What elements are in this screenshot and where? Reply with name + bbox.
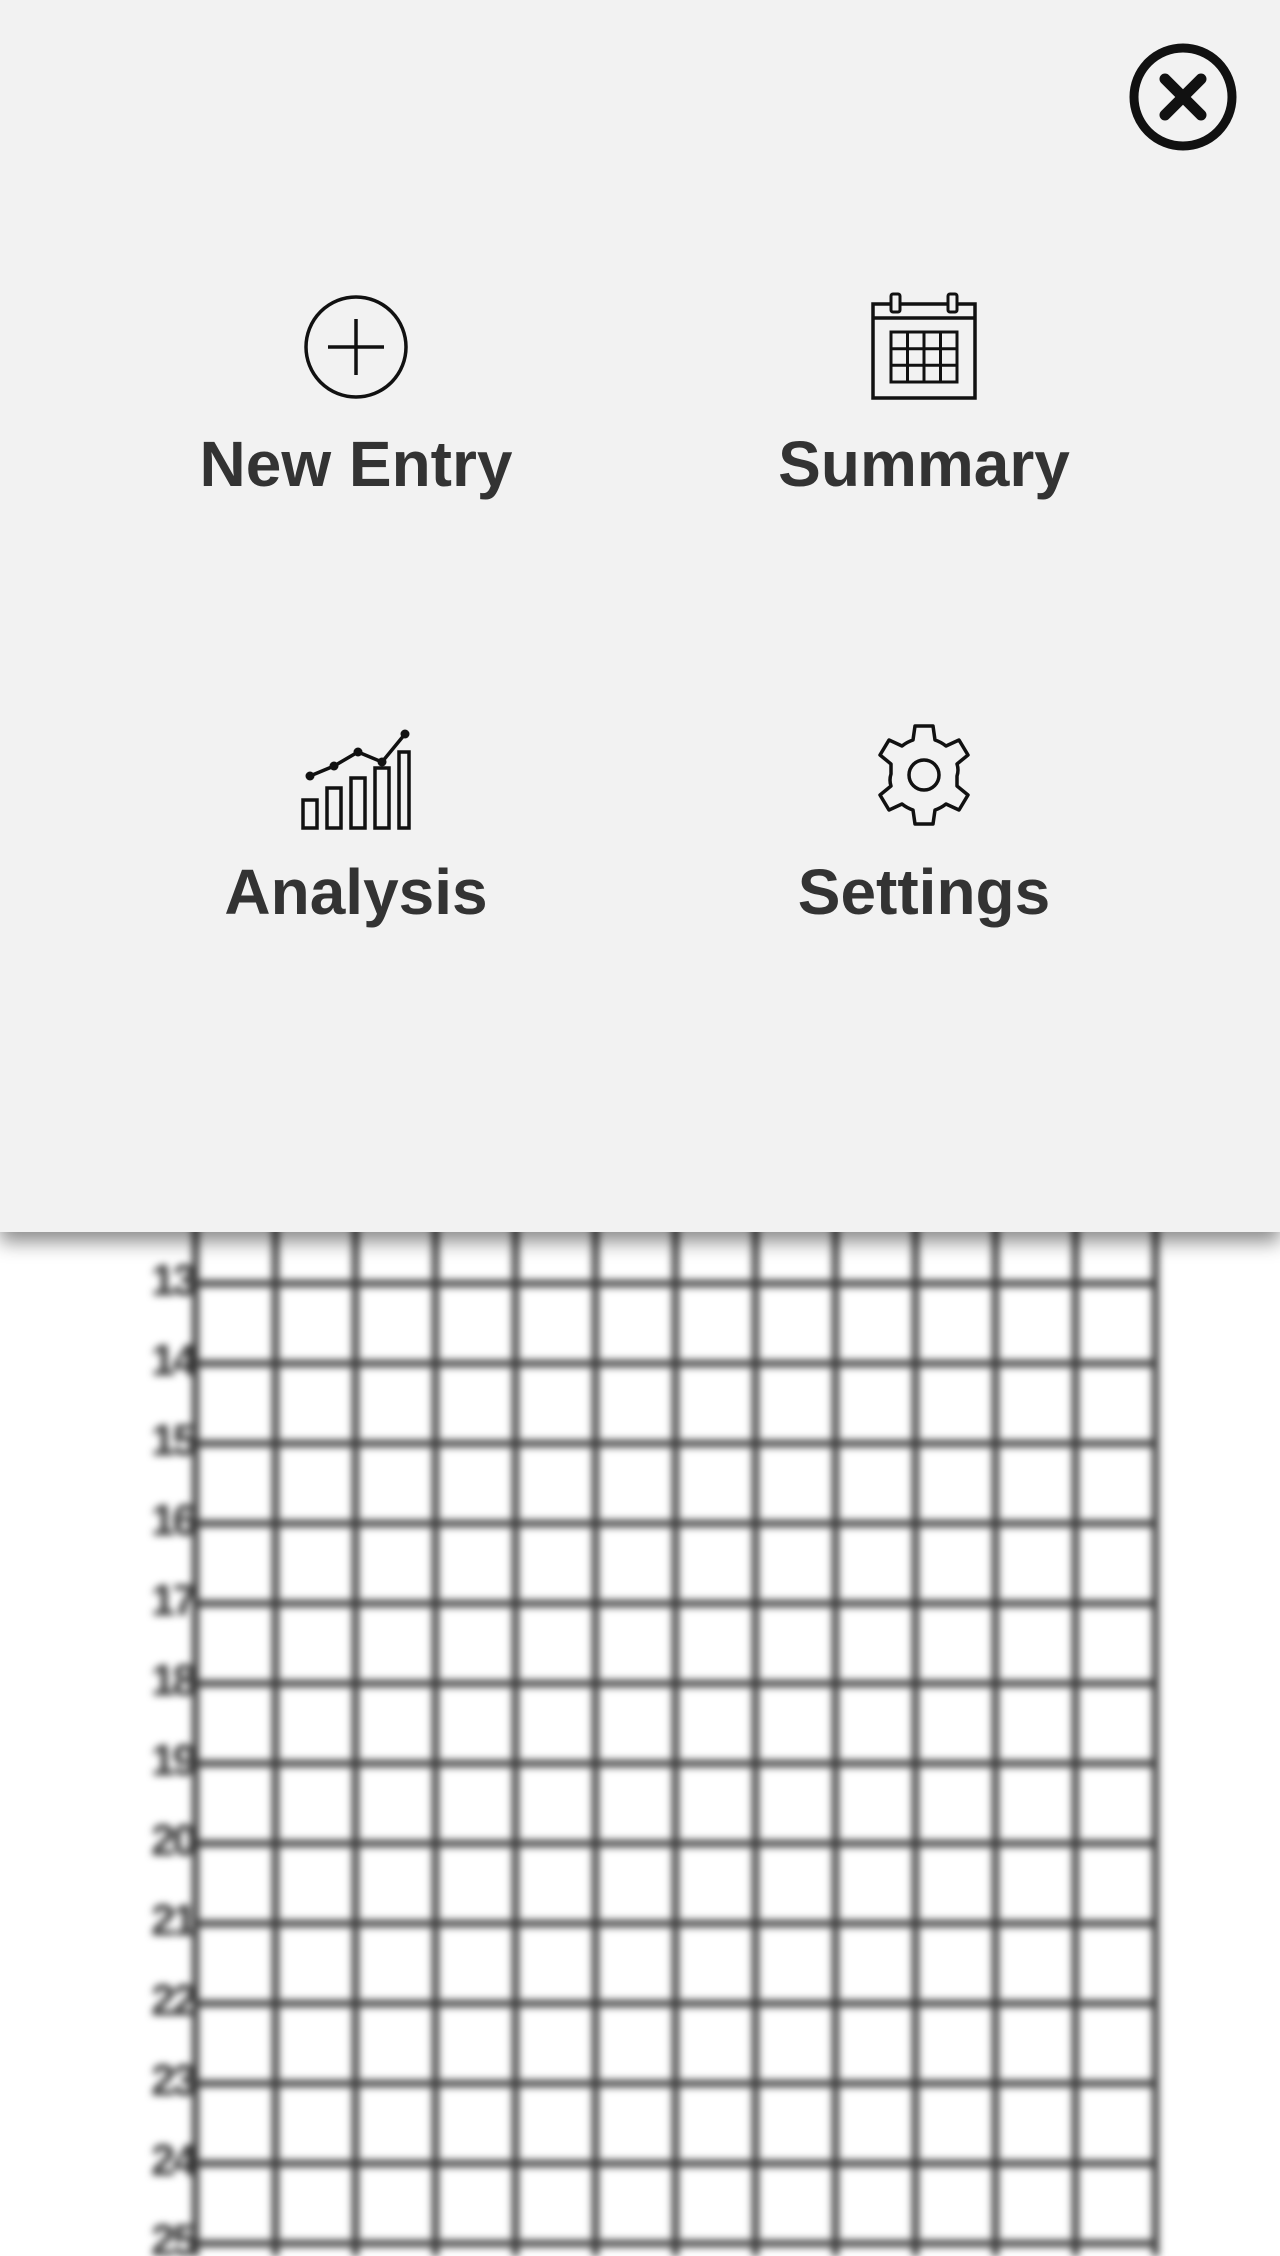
row-number: 17 bbox=[151, 1576, 197, 1625]
row-number: 13 bbox=[151, 1256, 197, 1305]
row-number: 22 bbox=[151, 1976, 197, 2025]
menu-item-settings[interactable]: Settings bbox=[644, 720, 1204, 1040]
row-number: 25 bbox=[151, 2216, 197, 2256]
grid-border bbox=[1152, 1200, 1159, 2256]
row-number: 24 bbox=[151, 2136, 197, 2185]
row-number-column: 13 14 15 16 17 18 19 20 21 22 23 24 25 bbox=[120, 1241, 200, 2256]
row-number: 21 bbox=[151, 1896, 197, 1945]
menu-item-label: Summary bbox=[778, 428, 1070, 500]
close-circle-icon bbox=[1129, 43, 1237, 151]
menu-item-label: Settings bbox=[797, 856, 1051, 928]
menu-item-analysis[interactable]: Analysis bbox=[76, 720, 636, 1040]
entry-grid bbox=[192, 1200, 1152, 2256]
row-number: 16 bbox=[151, 1496, 197, 1545]
row-number: 18 bbox=[151, 1656, 197, 1705]
chart-icon bbox=[301, 720, 411, 830]
menu-overlay: New Entry Summary Analysis Settings bbox=[0, 0, 1280, 1232]
menu-item-new-entry[interactable]: New Entry bbox=[76, 292, 636, 612]
row-number: 14 bbox=[151, 1336, 197, 1385]
add-circle-icon bbox=[301, 292, 411, 402]
gear-icon bbox=[869, 720, 979, 830]
row-number: 23 bbox=[151, 2056, 197, 2105]
row-number: 20 bbox=[151, 1816, 197, 1865]
row-number: 19 bbox=[151, 1736, 197, 1785]
row-number: 15 bbox=[151, 1416, 197, 1465]
close-button[interactable] bbox=[1128, 42, 1238, 152]
menu-item-label: New Entry bbox=[199, 428, 513, 500]
calendar-icon bbox=[869, 292, 979, 402]
menu-item-label: Analysis bbox=[224, 856, 488, 928]
menu-item-summary[interactable]: Summary bbox=[644, 292, 1204, 612]
